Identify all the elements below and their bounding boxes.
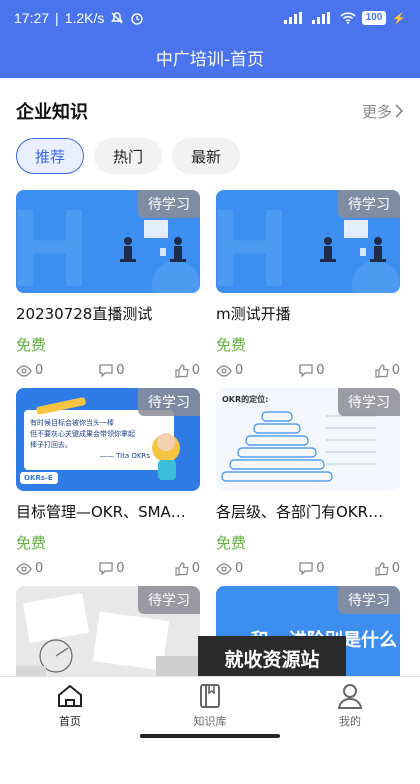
wifi-icon <box>340 12 356 24</box>
more-label: 更多 <box>361 102 392 121</box>
category-tabs: 推荐 热门 最新 <box>16 138 241 174</box>
comment-icon <box>299 562 313 575</box>
course-card[interactable]: OKR的定位: 待学习 各层级、各部门有OKR… 免费 0 0 0 <box>216 388 400 586</box>
tab-hot[interactable]: 热门 <box>94 138 163 174</box>
mute-icon <box>111 12 124 24</box>
course-thumbnail: 待学习 <box>16 586 200 689</box>
watermark-overlay: 就收资源站 <box>198 636 346 680</box>
thumbs-up-icon <box>375 561 389 576</box>
course-stats: 0 0 0 <box>16 561 200 576</box>
course-title: m测试开播 <box>216 305 291 323</box>
app-title-bar: 中广培训-首页 <box>0 36 420 78</box>
section-header: 企业知识 更多 <box>16 98 404 124</box>
alarm-icon <box>131 13 144 25</box>
status-badge: 待学习 <box>338 190 400 218</box>
like-count[interactable]: 0 <box>375 363 400 378</box>
comment-count: 0 <box>99 363 125 378</box>
status-badge: 待学习 <box>338 388 400 416</box>
book-icon <box>200 684 220 708</box>
course-stats: 0 0 0 <box>16 363 200 378</box>
course-title: 20230728直播测试 <box>16 305 153 323</box>
thumbs-up-icon <box>175 363 189 378</box>
course-thumbnail: H 待学习 <box>216 190 400 293</box>
comment-icon <box>99 562 113 575</box>
status-badge: 待学习 <box>138 586 200 614</box>
thumbs-up-icon <box>175 561 189 576</box>
course-title: 目标管理—OKR、SMA… <box>16 503 186 521</box>
chevron-right-icon <box>395 104 404 118</box>
nav-home[interactable]: 首页 <box>0 677 140 746</box>
charging-icon: ⚡ <box>392 12 406 25</box>
course-thumbnail: 有时候目标会被你当头一棒 但不要灰心关键成果会带领你拿起 棒子打回去。 —— T… <box>16 388 200 491</box>
thumbs-up-icon <box>375 363 389 378</box>
battery-indicator: 100 <box>361 11 387 25</box>
comment-count: 0 <box>99 561 125 576</box>
svg-text:H: H <box>16 190 89 293</box>
view-count: 0 <box>216 561 243 576</box>
tab-latest[interactable]: 最新 <box>172 138 241 174</box>
course-price: 免费 <box>16 534 47 552</box>
more-link[interactable]: 更多 <box>362 101 404 122</box>
eye-icon <box>216 562 232 575</box>
course-price: 免费 <box>216 534 247 552</box>
course-stats: 0 0 0 <box>216 561 400 576</box>
course-price: 免费 <box>16 336 47 354</box>
view-count: 0 <box>216 363 243 378</box>
course-price: 免费 <box>216 336 247 354</box>
eye-icon <box>16 562 32 575</box>
svg-text:H: H <box>216 190 289 293</box>
tab-recommended[interactable]: 推荐 <box>16 138 85 174</box>
course-card[interactable]: H 待学习 m测试开播 免费 0 0 0 <box>216 190 400 388</box>
nav-profile[interactable]: 我的 <box>280 677 420 746</box>
course-stats: 0 0 0 <box>216 363 400 378</box>
signal-icon-2 <box>311 12 330 24</box>
course-card[interactable]: H 待学习 20230728直播测试 免费 0 0 0 <box>16 190 200 388</box>
status-badge: 待学习 <box>138 190 200 218</box>
status-bar: 17:27 | 1.2K/s 100 ⚡ <box>0 0 420 36</box>
view-count: 0 <box>16 561 43 576</box>
eye-icon <box>216 364 232 377</box>
signal-icon <box>283 12 302 24</box>
page-title: 中广培训-首页 <box>155 49 265 70</box>
comment-count: 0 <box>299 561 325 576</box>
like-count[interactable]: 0 <box>175 363 200 378</box>
network-speed: 1.2K/s <box>64 10 105 26</box>
course-thumbnail: OKR的定位: 待学习 <box>216 388 400 491</box>
course-card[interactable]: 有时候目标会被你当头一棒 但不要灰心关键成果会带领你拿起 棒子打回去。 —— T… <box>16 388 200 586</box>
home-icon <box>58 684 82 707</box>
comment-icon <box>99 364 113 377</box>
status-time: 17:27 <box>14 10 50 26</box>
user-icon <box>337 684 363 709</box>
view-count: 0 <box>16 363 43 378</box>
like-count[interactable]: 0 <box>375 561 400 576</box>
eye-icon <box>16 364 32 377</box>
comment-count: 0 <box>299 363 325 378</box>
course-title: 各层级、各部门有OKR… <box>216 503 384 521</box>
status-badge: 待学习 <box>338 586 400 614</box>
section-title: 企业知识 <box>16 102 88 123</box>
course-thumbnail: H 待学习 <box>16 190 200 293</box>
status-badge: 待学习 <box>138 388 200 416</box>
system-home-indicator[interactable] <box>140 734 280 738</box>
comment-icon <box>299 364 313 377</box>
like-count[interactable]: 0 <box>175 561 200 576</box>
